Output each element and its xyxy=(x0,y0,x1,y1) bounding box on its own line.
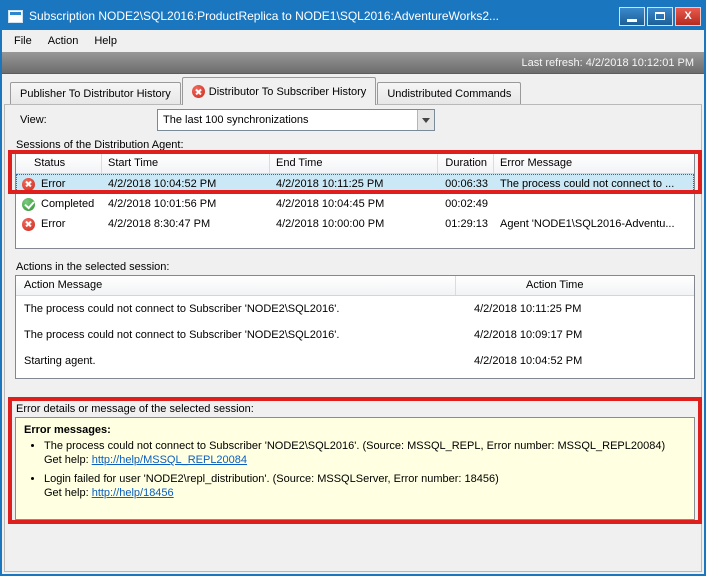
actions-label: Actions in the selected session: xyxy=(16,261,169,273)
tab-label: Undistributed Commands xyxy=(387,88,511,100)
start-time-cell: 4/2/2018 10:04:52 PM xyxy=(102,178,270,190)
error-details-label: Error details or message of the selected… xyxy=(16,403,254,415)
error-details-box: Error messages: The process could not co… xyxy=(15,417,695,520)
duration-cell: 00:06:33 xyxy=(438,178,494,190)
help-link[interactable]: http://help/18456 xyxy=(92,487,174,499)
window-title: Subscription NODE2\SQL2016:ProductReplic… xyxy=(29,9,617,23)
maximize-button[interactable] xyxy=(647,7,673,26)
action-time-cell: 4/2/2018 10:09:17 PM xyxy=(456,329,694,341)
status-cell: Error xyxy=(16,178,102,191)
error-message-item: The process could not connect to Subscri… xyxy=(44,439,686,467)
error-message-item: Login failed for user 'NODE2\repl_distri… xyxy=(44,472,686,500)
help-link[interactable]: http://help/MSSQL_REPL20084 xyxy=(92,454,247,466)
action-message-cell: The process could not connect to Subscri… xyxy=(16,303,456,315)
close-button[interactable]: X xyxy=(675,7,701,26)
success-icon xyxy=(22,198,35,211)
menu-bar: File Action Help xyxy=(2,30,704,52)
view-dropdown[interactable]: The last 100 synchronizations xyxy=(157,109,435,131)
actions-table-header: Action Message Action Time xyxy=(16,276,694,296)
tab-strip: Publisher To Distributor History Distrib… xyxy=(10,77,522,105)
status-text: Error xyxy=(41,178,65,190)
sessions-table: Status Start Time End Time Duration Erro… xyxy=(15,153,695,249)
sessions-table-header: Status Start Time End Time Duration Erro… xyxy=(16,154,694,174)
tab-label: Distributor To Subscriber History xyxy=(209,86,367,98)
title-bar[interactable]: Subscription NODE2\SQL2016:ProductReplic… xyxy=(2,2,704,30)
error-message-text: Login failed for user 'NODE2\repl_distri… xyxy=(44,473,499,485)
start-time-cell: 4/2/2018 8:30:47 PM xyxy=(102,218,270,230)
maximize-icon xyxy=(655,12,665,20)
column-header-status[interactable]: Status xyxy=(16,154,102,173)
duration-cell: 01:29:13 xyxy=(438,218,494,230)
session-row-completed[interactable]: Completed 4/2/2018 10:01:56 PM 4/2/2018 … xyxy=(16,194,694,214)
session-row-error-selected[interactable]: Error 4/2/2018 10:04:52 PM 4/2/2018 10:1… xyxy=(16,174,694,194)
window-icon xyxy=(8,10,23,23)
view-dropdown-value: The last 100 synchronizations xyxy=(158,114,417,126)
action-row[interactable]: The process could not connect to Subscri… xyxy=(16,322,694,348)
tab-publisher-to-distributor[interactable]: Publisher To Distributor History xyxy=(10,82,181,104)
column-header-error-message[interactable]: Error Message xyxy=(494,154,694,173)
minimize-button[interactable] xyxy=(619,7,645,26)
close-icon: X xyxy=(684,10,691,22)
action-time-cell: 4/2/2018 10:04:52 PM xyxy=(456,355,694,367)
end-time-cell: 4/2/2018 10:11:25 PM xyxy=(270,178,438,190)
error-message-cell: Agent 'NODE1\SQL2016-Adventu... xyxy=(494,218,694,230)
start-time-cell: 4/2/2018 10:01:56 PM xyxy=(102,198,270,210)
chevron-down-icon[interactable] xyxy=(417,110,434,130)
menu-help[interactable]: Help xyxy=(86,32,125,50)
error-messages-heading: Error messages: xyxy=(24,424,686,436)
error-icon xyxy=(22,218,35,231)
status-cell: Completed xyxy=(16,198,102,211)
column-header-action-time[interactable]: Action Time xyxy=(456,276,694,295)
actions-table: Action Message Action Time The process c… xyxy=(15,275,695,379)
session-row-error[interactable]: Error 4/2/2018 8:30:47 PM 4/2/2018 10:00… xyxy=(16,214,694,234)
error-message-cell: The process could not connect to ... xyxy=(494,178,694,190)
column-header-duration[interactable]: Duration xyxy=(438,154,494,173)
last-refresh-text: Last refresh: 4/2/2018 10:12:01 PM xyxy=(522,57,694,69)
error-messages-list: The process could not connect to Subscri… xyxy=(24,439,686,500)
action-message-cell: Starting agent. xyxy=(16,355,456,367)
action-row[interactable]: The process could not connect to Subscri… xyxy=(16,296,694,322)
column-header-action-message[interactable]: Action Message xyxy=(16,276,456,295)
end-time-cell: 4/2/2018 10:00:00 PM xyxy=(270,218,438,230)
menu-action[interactable]: Action xyxy=(40,32,87,50)
action-row[interactable]: Starting agent. 4/2/2018 10:04:52 PM xyxy=(16,348,694,374)
tab-label: Publisher To Distributor History xyxy=(20,88,171,100)
view-label: View: xyxy=(20,114,47,126)
column-header-start-time[interactable]: Start Time xyxy=(102,154,270,173)
status-text: Completed xyxy=(41,198,94,210)
menu-file[interactable]: File xyxy=(6,32,40,50)
error-icon xyxy=(192,85,205,98)
get-help-label: Get help: xyxy=(44,454,92,466)
error-message-text: The process could not connect to Subscri… xyxy=(44,440,665,452)
column-header-end-time[interactable]: End Time xyxy=(270,154,438,173)
subscription-history-window: Subscription NODE2\SQL2016:ProductReplic… xyxy=(0,0,706,576)
end-time-cell: 4/2/2018 10:04:45 PM xyxy=(270,198,438,210)
tab-distributor-to-subscriber[interactable]: Distributor To Subscriber History xyxy=(182,77,377,105)
get-help-label: Get help: xyxy=(44,487,92,499)
sessions-label: Sessions of the Distribution Agent: xyxy=(16,139,184,151)
refresh-status-bar: Last refresh: 4/2/2018 10:12:01 PM xyxy=(2,52,704,74)
status-cell: Error xyxy=(16,218,102,231)
action-time-cell: 4/2/2018 10:11:25 PM xyxy=(456,303,694,315)
tab-undistributed-commands[interactable]: Undistributed Commands xyxy=(377,82,521,104)
status-text: Error xyxy=(41,218,65,230)
action-message-cell: The process could not connect to Subscri… xyxy=(16,329,456,341)
minimize-icon xyxy=(627,19,637,22)
duration-cell: 00:02:49 xyxy=(438,198,494,210)
error-icon xyxy=(22,178,35,191)
